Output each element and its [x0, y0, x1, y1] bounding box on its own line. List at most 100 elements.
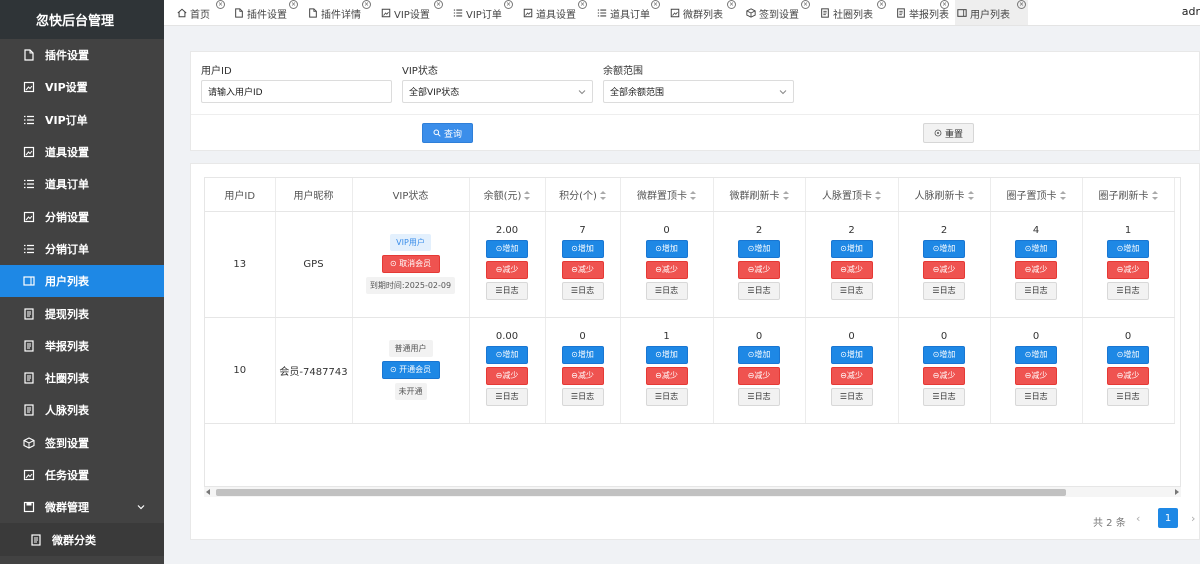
close-icon[interactable]: ×: [578, 0, 587, 9]
sidebar-item-13[interactable]: 任务设置: [0, 459, 164, 491]
log-button[interactable]: ☰日志: [645, 388, 688, 406]
open-vip-button[interactable]: ⊙ 开通会员: [381, 361, 440, 379]
sidebar-item-11[interactable]: 人脉列表: [0, 394, 164, 426]
close-icon[interactable]: ×: [727, 0, 736, 9]
user-id-input[interactable]: 请输入用户ID: [201, 80, 392, 103]
increase-button[interactable]: ⊙增加: [830, 240, 873, 258]
cancel-vip-button[interactable]: ⊙ 取消会员: [381, 255, 440, 273]
increase-button[interactable]: ⊙增加: [486, 240, 528, 258]
tab-4[interactable]: VIP订单 ×: [451, 0, 513, 25]
log-button[interactable]: ☰日志: [1107, 388, 1149, 406]
decrease-button[interactable]: ⊖减少: [923, 261, 965, 279]
vip-status-select[interactable]: 全部VIP状态: [402, 80, 593, 103]
sort-icon[interactable]: [599, 191, 606, 201]
sort-icon[interactable]: [1059, 191, 1066, 201]
tab-8[interactable]: 签到设置 ×: [744, 0, 810, 25]
increase-button[interactable]: ⊙增加: [923, 346, 965, 364]
close-icon[interactable]: ×: [651, 0, 660, 9]
user-name[interactable]: adr: [1182, 5, 1200, 18]
sidebar-item-8[interactable]: 提现列表: [0, 297, 164, 329]
horizontal-scrollbar[interactable]: [204, 486, 1181, 497]
sidebar-item-0[interactable]: 插件设置: [0, 39, 164, 71]
increase-button[interactable]: ⊙增加: [645, 240, 688, 258]
column-header-5[interactable]: 微群置顶卡: [620, 178, 714, 212]
increase-button[interactable]: ⊙增加: [738, 346, 780, 364]
pagination-page-1[interactable]: 1: [1158, 508, 1178, 528]
sidebar-item-10[interactable]: 社圈列表: [0, 362, 164, 394]
log-button[interactable]: ☰日志: [645, 282, 688, 300]
log-button[interactable]: ☰日志: [486, 388, 528, 406]
tab-11[interactable]: 用户列表 ×: [955, 0, 1028, 25]
tab-7[interactable]: 微群列表 ×: [668, 0, 736, 25]
close-icon[interactable]: ×: [216, 0, 225, 9]
decrease-button[interactable]: ⊖减少: [645, 261, 688, 279]
column-header-3[interactable]: 余额(元): [469, 178, 546, 212]
tab-1[interactable]: 插件设置 ×: [232, 0, 298, 25]
increase-button[interactable]: ⊙增加: [486, 346, 528, 364]
sort-icon[interactable]: [690, 191, 696, 201]
sidebar-item-15[interactable]: 微群分类: [0, 523, 164, 556]
log-button[interactable]: ☰日志: [1015, 282, 1057, 300]
scrollbar-thumb[interactable]: [216, 489, 1066, 496]
sidebar-item-1[interactable]: VIP设置: [0, 71, 164, 103]
decrease-button[interactable]: ⊖减少: [486, 367, 528, 385]
close-icon[interactable]: ×: [434, 0, 443, 9]
tab-10[interactable]: 举报列表 ×: [894, 0, 949, 25]
column-header-4[interactable]: 积分(个): [545, 178, 621, 212]
decrease-button[interactable]: ⊖减少: [1107, 261, 1149, 279]
log-button[interactable]: ☰日志: [486, 282, 528, 300]
column-header-7[interactable]: 人脉置顶卡: [805, 178, 899, 212]
decrease-button[interactable]: ⊖减少: [830, 367, 873, 385]
log-button[interactable]: ☰日志: [830, 282, 873, 300]
reset-button[interactable]: 重置: [923, 123, 974, 143]
sidebar-item-9[interactable]: 举报列表: [0, 330, 164, 362]
increase-button[interactable]: ⊙增加: [1107, 240, 1149, 258]
log-button[interactable]: ☰日志: [738, 388, 780, 406]
increase-button[interactable]: ⊙增加: [1015, 346, 1057, 364]
decrease-button[interactable]: ⊖减少: [1015, 367, 1057, 385]
decrease-button[interactable]: ⊖减少: [738, 261, 780, 279]
decrease-button[interactable]: ⊖减少: [1015, 261, 1057, 279]
close-icon[interactable]: ×: [289, 0, 298, 9]
increase-button[interactable]: ⊙增加: [738, 240, 780, 258]
decrease-button[interactable]: ⊖减少: [645, 367, 688, 385]
sidebar-item-12[interactable]: 签到设置: [0, 427, 164, 459]
sort-icon[interactable]: [782, 191, 789, 201]
pagination-next-button[interactable]: ›: [1191, 512, 1195, 525]
column-header-9[interactable]: 圈子置顶卡: [990, 178, 1083, 212]
decrease-button[interactable]: ⊖减少: [830, 261, 873, 279]
sidebar-item-2[interactable]: VIP订单: [0, 104, 164, 136]
tab-6[interactable]: 道具订单 ×: [595, 0, 660, 25]
log-button[interactable]: ☰日志: [1107, 282, 1149, 300]
log-button[interactable]: ☰日志: [830, 388, 873, 406]
column-header-6[interactable]: 微群刷新卡: [713, 178, 806, 212]
column-header-10[interactable]: 圈子刷新卡: [1082, 178, 1175, 212]
decrease-button[interactable]: ⊖减少: [1107, 367, 1149, 385]
sidebar-item-14[interactable]: 微群管理: [0, 491, 164, 523]
close-icon[interactable]: ×: [362, 0, 371, 9]
increase-button[interactable]: ⊙增加: [645, 346, 688, 364]
sort-icon[interactable]: [524, 191, 531, 201]
increase-button[interactable]: ⊙增加: [1015, 240, 1057, 258]
decrease-button[interactable]: ⊖减少: [738, 367, 780, 385]
increase-button[interactable]: ⊙增加: [830, 346, 873, 364]
tab-2[interactable]: 插件详情 ×: [306, 0, 371, 25]
log-button[interactable]: ☰日志: [561, 388, 604, 406]
close-icon[interactable]: ×: [940, 0, 949, 9]
increase-button[interactable]: ⊙增加: [1107, 346, 1149, 364]
log-button[interactable]: ☰日志: [738, 282, 780, 300]
search-button[interactable]: 查询: [422, 123, 473, 143]
sidebar-item-7[interactable]: 用户列表: [0, 265, 164, 298]
decrease-button[interactable]: ⊖减少: [923, 367, 965, 385]
sidebar-item-5[interactable]: 分销设置: [0, 200, 164, 232]
decrease-button[interactable]: ⊖减少: [486, 261, 528, 279]
decrease-button[interactable]: ⊖减少: [561, 367, 604, 385]
balance-range-select[interactable]: 全部余额范围: [603, 80, 794, 103]
tab-9[interactable]: 社圈列表 ×: [818, 0, 886, 25]
scroll-right-icon[interactable]: [1175, 489, 1179, 495]
scroll-left-icon[interactable]: [206, 489, 210, 495]
sort-icon[interactable]: [875, 191, 881, 201]
user-table-container[interactable]: 用户ID 用户昵称 VIP状态 余额(元) 积分(个) 微群置顶卡 微群刷新卡 人脉置顶卡 人脉…: [204, 177, 1181, 497]
tab-5[interactable]: 道具设置 ×: [521, 0, 587, 25]
tab-0[interactable]: 首页 ×: [175, 0, 225, 25]
